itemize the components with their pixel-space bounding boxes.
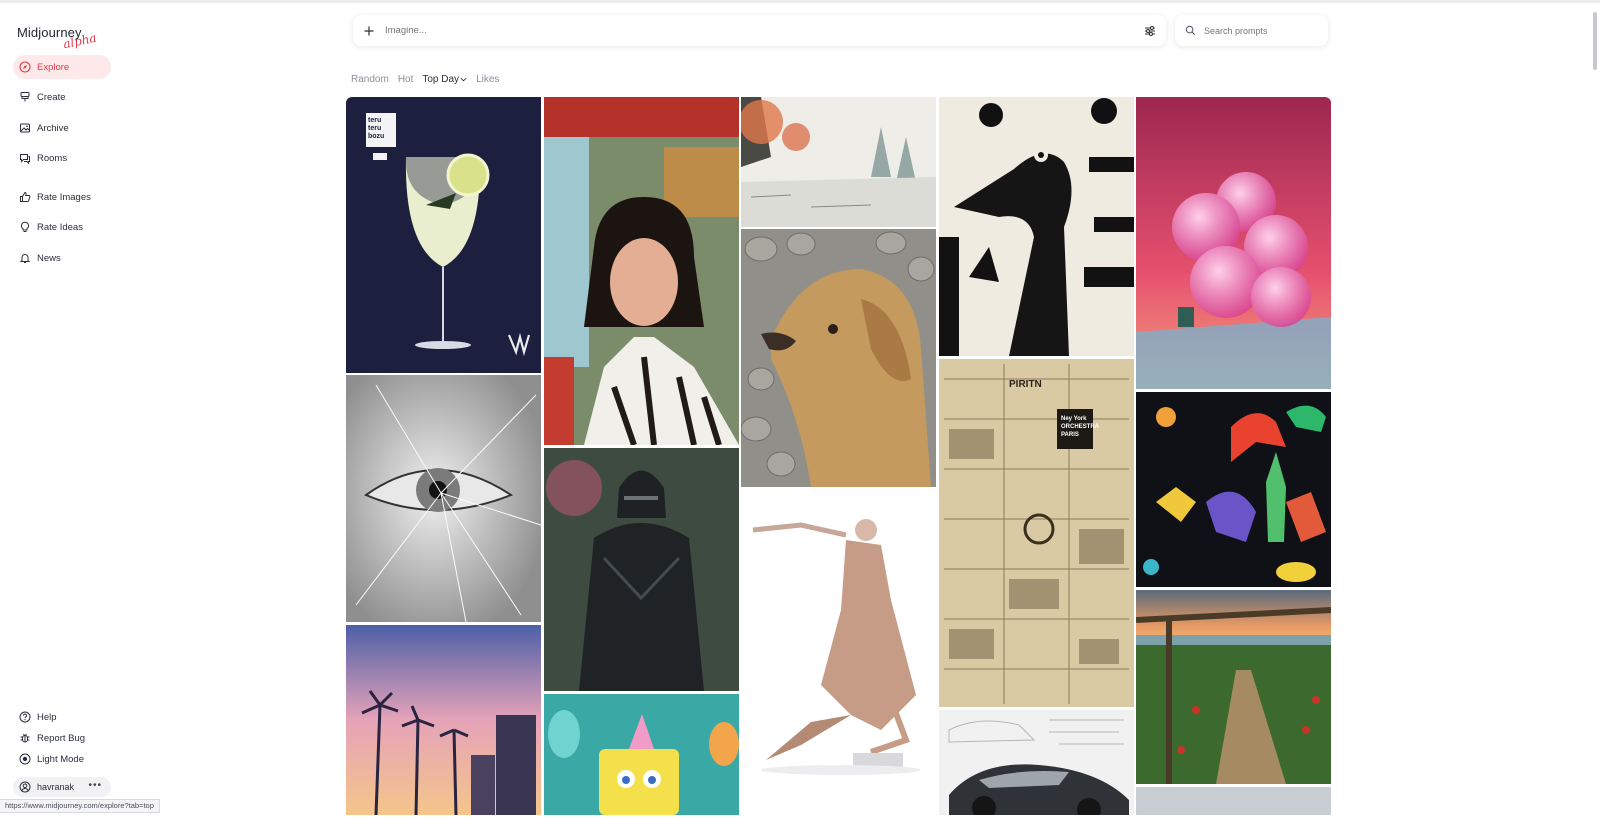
woman-diner-artwork bbox=[544, 97, 739, 445]
chevron-down-icon bbox=[460, 77, 467, 82]
nav-item-report-bug[interactable]: Report Bug bbox=[13, 729, 111, 747]
image-tile-cocktail-poster[interactable]: teru teru bozu bbox=[346, 97, 541, 373]
image-tile-partial[interactable] bbox=[1136, 787, 1331, 815]
glass-bubbles-artwork bbox=[1136, 97, 1331, 389]
username: havranak bbox=[37, 782, 75, 792]
chat-icon bbox=[20, 154, 30, 164]
sponge-party-artwork bbox=[544, 694, 739, 815]
palm-city-artwork bbox=[346, 625, 541, 815]
settings-sliders-icon[interactable] bbox=[1143, 24, 1157, 38]
image-tile-sponge-party[interactable] bbox=[544, 694, 739, 815]
image-tile-glass-bubbles[interactable] bbox=[1136, 97, 1331, 389]
tab-random[interactable]: Random bbox=[351, 74, 389, 85]
image-tile-tribal-bird[interactable] bbox=[939, 97, 1134, 356]
brush-icon bbox=[20, 92, 30, 102]
shattered-eye-artwork bbox=[346, 375, 541, 622]
nav-item-help[interactable]: Help bbox=[13, 708, 111, 726]
page-scrollbar[interactable] bbox=[1593, 12, 1597, 70]
nav-label: Archive bbox=[37, 122, 69, 134]
image-tile-sportscar-sketch[interactable] bbox=[939, 710, 1134, 815]
sun-icon bbox=[19, 753, 31, 765]
nav-label: Rooms bbox=[37, 152, 68, 164]
imagine-bar[interactable] bbox=[353, 15, 1166, 46]
brand-logo[interactable]: Midjourney alpha bbox=[17, 24, 117, 54]
nav-item-light-mode[interactable]: Light Mode bbox=[13, 750, 111, 768]
search-icon bbox=[1185, 25, 1196, 36]
more-options-icon[interactable]: ••• bbox=[88, 780, 102, 791]
image-tile-palm-city-sunset[interactable] bbox=[346, 625, 541, 815]
nav-item-rooms[interactable]: Rooms bbox=[13, 146, 111, 170]
nav-label: Light Mode bbox=[37, 753, 85, 765]
nav-label: Explore bbox=[37, 61, 70, 73]
newspaper-headline-text: PIRITN bbox=[1009, 379, 1042, 390]
sidebar: Midjourney alpha Explore Create Archive … bbox=[0, 0, 130, 828]
user-avatar-icon bbox=[19, 781, 31, 793]
nav-label: News bbox=[37, 252, 61, 264]
nav-label: Help bbox=[37, 711, 57, 723]
user-menu[interactable]: havranak ••• bbox=[13, 777, 111, 797]
nav-item-rate-images[interactable]: Rate Images bbox=[13, 185, 111, 209]
image-icon bbox=[20, 123, 30, 133]
lightbulb-icon bbox=[20, 221, 30, 232]
search-prompts-box[interactable] bbox=[1175, 15, 1328, 46]
garden-boardwalk-artwork bbox=[1136, 590, 1331, 784]
tab-hot[interactable]: Hot bbox=[398, 74, 414, 85]
nav-label: Create bbox=[37, 91, 66, 103]
status-bar-url: https://www.midjourney.com/explore?tab=t… bbox=[0, 799, 160, 813]
plus-icon[interactable] bbox=[363, 25, 375, 37]
newspaper-collage-artwork bbox=[939, 359, 1134, 707]
pebble-dog-artwork bbox=[741, 229, 936, 487]
thumbs-up-icon bbox=[20, 191, 31, 202]
nav-item-rate-ideas[interactable]: Rate Ideas bbox=[13, 215, 111, 239]
armored-knight-artwork bbox=[544, 448, 739, 691]
tab-likes[interactable]: Likes bbox=[476, 74, 499, 85]
nav-item-create[interactable]: Create bbox=[13, 85, 111, 109]
bug-icon bbox=[20, 733, 30, 743]
image-tile-shattered-eye[interactable] bbox=[346, 375, 541, 622]
compass-icon bbox=[19, 61, 31, 73]
nav-item-archive[interactable]: Archive bbox=[13, 116, 111, 140]
image-tile-woman-diner[interactable] bbox=[544, 97, 739, 445]
nav-item-explore[interactable]: Explore bbox=[13, 55, 111, 79]
tab-top-day[interactable]: Top Day bbox=[422, 74, 467, 85]
help-icon bbox=[19, 711, 31, 723]
search-prompts-input[interactable] bbox=[1202, 24, 1326, 37]
image-tile-autumn-lake[interactable] bbox=[741, 97, 936, 227]
bell-icon bbox=[19, 254, 31, 263]
tab-top-day-label: Top Day bbox=[422, 74, 460, 85]
feed-tabs: Random Hot Top Day Likes bbox=[351, 74, 499, 85]
newspaper-sub-text: Ney York ORCHESTRA PARIS bbox=[1061, 416, 1099, 438]
image-tile-lowpoly-dancer[interactable] bbox=[741, 490, 936, 815]
autumn-lake-artwork bbox=[741, 97, 936, 227]
dino-space-artwork bbox=[1136, 392, 1331, 587]
poster-brand-text: teru teru bozu bbox=[368, 117, 385, 140]
nav-label: Report Bug bbox=[37, 732, 86, 744]
nav-item-news[interactable]: News bbox=[13, 246, 111, 270]
nav-label: Rate Images bbox=[37, 191, 91, 203]
image-tile-newspaper-collage[interactable]: PIRITN Ney York ORCHESTRA PARIS bbox=[939, 359, 1134, 707]
lowpoly-dancer-artwork bbox=[741, 490, 936, 815]
imagine-input[interactable] bbox=[383, 24, 1143, 37]
window-top-border bbox=[0, 0, 1600, 3]
image-tile-armored-knight[interactable] bbox=[544, 448, 739, 691]
tribal-bird-artwork bbox=[939, 97, 1134, 356]
sportscar-sketch-artwork bbox=[939, 710, 1134, 815]
image-tile-dino-space-pattern[interactable] bbox=[1136, 392, 1331, 587]
nav-label: Rate Ideas bbox=[37, 221, 83, 233]
image-tile-garden-boardwalk[interactable] bbox=[1136, 590, 1331, 784]
image-tile-pebble-dog[interactable] bbox=[741, 229, 936, 487]
